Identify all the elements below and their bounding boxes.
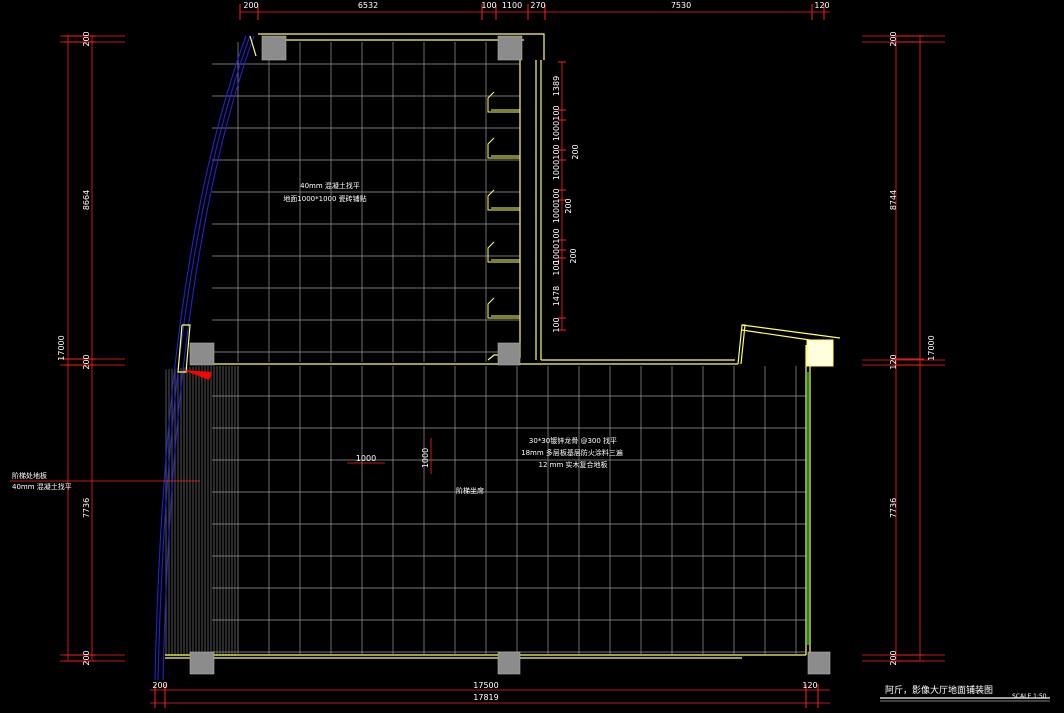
dim-bottom-3: 120 <box>802 681 817 690</box>
dim-left-2: 8664 <box>82 190 91 210</box>
dim-part-12: 100 <box>552 317 561 332</box>
dim-offset-3: 200 <box>569 248 578 263</box>
note-lower-2: 18mm 多层板基层防火涂料三遍 <box>521 448 623 457</box>
dim-part-1: 1389 <box>552 76 561 96</box>
dim-top-1: 200 <box>243 1 258 10</box>
dim-part-10: 100 <box>552 260 561 275</box>
dim-left-1: 200 <box>82 31 91 46</box>
drawing-title: 阿斤，影像大厅地面铺装图 <box>885 684 993 696</box>
dim-part-4: 100 <box>552 144 561 159</box>
dim-top-5: 270 <box>530 1 545 10</box>
column <box>189 651 215 675</box>
drawing-scale: SCALE 1:50 <box>1012 693 1047 700</box>
dim-right-4: 7736 <box>889 498 898 518</box>
stair-block <box>806 339 834 367</box>
dim-part-2: 100 <box>552 105 561 120</box>
column <box>807 651 831 675</box>
dim-offset-2: 200 <box>564 198 573 213</box>
dim-part-7: 1000 <box>552 203 561 223</box>
partition-bay <box>487 137 520 159</box>
partition-dimension-text: 1389 100 1000 100 1000 100 1000 100 1000… <box>552 76 580 333</box>
red-marker <box>183 370 212 380</box>
dim-top-7: 120 <box>814 1 829 10</box>
dim-right-1: 200 <box>889 31 898 46</box>
dim-left-outer: 17000 <box>57 335 66 360</box>
column <box>261 35 287 61</box>
dim-part-8: 100 <box>552 228 561 243</box>
note-upper-2: 地面1000*1000 瓷砖铺贴 <box>283 194 366 203</box>
note-lower-1: 30*30镀锌龙骨 @300 找平 <box>529 436 617 445</box>
grid-module-v: 1000 <box>421 448 430 468</box>
dim-offset-1: 200 <box>571 144 580 159</box>
dim-part-6: 100 <box>552 188 561 203</box>
dim-right-2: 8744 <box>889 190 898 210</box>
dim-bottom-2: 17500 <box>473 681 498 690</box>
dim-top-6: 7530 <box>671 1 691 10</box>
dim-part-5: 1000 <box>552 160 561 180</box>
note-left-1: 阶梯处地板 <box>12 471 47 480</box>
floor-plan-drawing: 200 6532 100 1100 270 7530 120 17000 200… <box>10 1 1050 708</box>
dim-part-11: 1478 <box>552 286 561 306</box>
dim-bottom-total: 17819 <box>473 693 498 702</box>
partition-bay <box>487 297 520 319</box>
dim-top-2: 6532 <box>358 1 378 10</box>
dimension-lines <box>10 11 945 704</box>
dim-part-3: 1000 <box>552 121 561 141</box>
column <box>497 35 523 61</box>
column <box>497 342 521 366</box>
note-left-2: 40mm 混凝土找平 <box>12 482 72 491</box>
note-lower-3: 12 mm 实木复合地板 <box>539 460 608 469</box>
dim-left-3: 200 <box>82 354 91 369</box>
note-center: 阶梯坐席 <box>456 486 484 495</box>
partition-bay <box>487 241 520 263</box>
partition-bay <box>487 91 520 113</box>
dim-top-3: 100 <box>481 1 496 10</box>
partition-bays <box>487 91 520 319</box>
dim-right-3: 120 <box>889 354 898 369</box>
stepped-seating-hatch <box>165 366 236 656</box>
dim-right-outer: 17000 <box>927 335 936 360</box>
dim-left-4: 7736 <box>82 498 91 518</box>
note-upper-1: 40mm 混凝土找平 <box>300 181 360 190</box>
dim-left-5: 200 <box>82 650 91 665</box>
dim-bottom-1: 200 <box>152 681 167 690</box>
partition-bay <box>487 189 520 211</box>
column <box>497 651 521 675</box>
dim-top-4: 1100 <box>502 1 522 10</box>
grid-module-h: 1000 <box>356 454 376 463</box>
column <box>189 342 215 366</box>
dim-right-5: 200 <box>889 650 898 665</box>
